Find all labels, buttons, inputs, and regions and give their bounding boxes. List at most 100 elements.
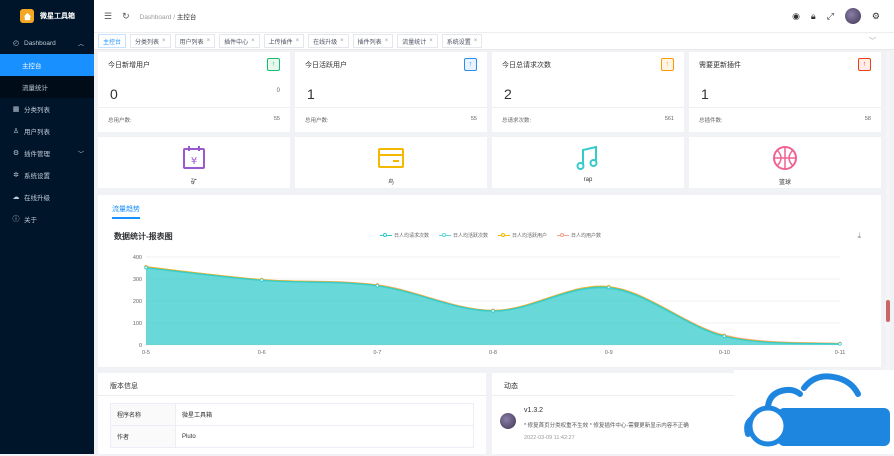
stat-foot-label: 总用户数: xyxy=(108,118,132,124)
close-icon[interactable]: × xyxy=(474,38,478,44)
chart-card: 流量趋势 数据统计-报表图 日人均请求次数 日人均活跃次数 日人均活跃用户 日人均用户… xyxy=(98,195,881,367)
quick-card-2[interactable]: 鸟 xyxy=(295,137,487,188)
stat-foot-label: 总用户数: xyxy=(305,118,329,124)
version-card: 版本信息 程序名称 微星工具箱 作者 Pluto xyxy=(98,373,486,454)
breadcrumb-current: 主控台 xyxy=(176,14,197,21)
tab-console[interactable]: 主控台 xyxy=(98,34,127,48)
stat-value: 2 xyxy=(504,86,512,102)
area-chart: 0 100 200 300 400 0-5 0-6 0-7 0-8 0-9 0-10 0-11 xyxy=(133,255,845,356)
scrollbar-thumb[interactable] xyxy=(886,300,890,322)
data-point xyxy=(838,342,842,346)
quick-card-1[interactable]: ¥ 矿 xyxy=(98,137,290,188)
data-point xyxy=(722,334,726,338)
header-actions: ◉ 🔒︎ ⤢ ⚙ xyxy=(792,8,880,24)
stat-small-value: 0 xyxy=(276,88,280,94)
table-key: 作者 xyxy=(111,426,176,447)
sidebar-item-upgrade[interactable]: ☁ 在线升级 xyxy=(0,186,94,208)
sidebar-item-dashboard[interactable]: ◴ Dashboard ︿ xyxy=(0,32,94,54)
svg-text:¥: ¥ xyxy=(191,156,197,167)
stat-card-requests: 今日总请求次数 ↑ 2 总请求次数: 561 xyxy=(492,52,684,132)
news-text: * 修复首页分类权重不生效 * 修复插件中心-需要更新显示内容不正确 xyxy=(524,423,689,429)
arrow-up-icon: ↑ xyxy=(661,58,674,71)
y-tick-label: 200 xyxy=(133,299,142,305)
sidebar-item-label: Dashboard xyxy=(24,39,56,47)
close-icon[interactable]: × xyxy=(251,38,255,44)
sidebar-item-console[interactable]: 主控台 xyxy=(0,54,94,76)
table-row: 作者 Pluto xyxy=(111,426,473,447)
tab-plugin-center[interactable]: 插件中心 × xyxy=(219,34,260,48)
tab-users[interactable]: 用户列表 × xyxy=(174,34,216,48)
stat-foot-value: 58 xyxy=(864,116,871,122)
data-point xyxy=(260,278,264,282)
close-icon[interactable]: × xyxy=(340,38,344,44)
x-tick-label: 0-5 xyxy=(142,350,150,356)
sidebar-submenu: 主控台 流量统计 xyxy=(0,54,94,98)
lock-icon[interactable]: 🔒︎ xyxy=(811,11,816,22)
stat-title: 今日总请求次数 xyxy=(502,62,551,69)
settings-gear-icon[interactable]: ⚙ xyxy=(872,11,880,22)
stat-foot-label: 总请求次数: xyxy=(502,118,532,124)
tab-categories[interactable]: 分类列表 × xyxy=(130,34,171,48)
tab-label: 系统设置 xyxy=(446,39,471,46)
divider xyxy=(98,395,486,396)
close-icon[interactable]: × xyxy=(429,38,433,44)
basketball-icon xyxy=(773,146,797,170)
breadcrumb-root[interactable]: Dashboard xyxy=(140,14,172,21)
divider xyxy=(98,107,290,108)
news-version: v1.3.2 xyxy=(524,407,544,414)
github-icon[interactable]: ◉ xyxy=(792,11,800,22)
stat-value: 0 xyxy=(110,86,118,102)
close-icon[interactable]: × xyxy=(207,38,211,44)
sidebar-item-label: 系统设置 xyxy=(24,173,50,180)
stat-title: 今日新增用户 xyxy=(108,62,150,69)
sidebar-item-about[interactable]: ⓘ 关于 xyxy=(0,208,94,230)
sidebar-item-traffic[interactable]: 流量统计 xyxy=(0,76,94,98)
tab-traffic[interactable]: 流量统计 × xyxy=(397,34,438,48)
sidebar-item-settings[interactable]: ✲ 系统设置 xyxy=(0,164,94,186)
table-key: 程序名称 xyxy=(111,404,176,425)
sidebar: 微星工具箱 ◴ Dashboard ︿ 主控台 流量统计 ▦ 分类列表 ♙ 用户… xyxy=(0,0,94,454)
tab-plugin-list[interactable]: 插件列表 × xyxy=(352,34,394,48)
close-icon[interactable]: × xyxy=(296,38,300,44)
quick-card-label: 鸟 xyxy=(387,180,394,186)
sidebar-item-label: 流量统计 xyxy=(22,85,48,92)
table-value: 微星工具箱 xyxy=(182,413,213,419)
tab-upgrade[interactable]: 在线升级 × xyxy=(308,34,349,48)
data-point xyxy=(491,309,495,313)
y-tick-label: 0 xyxy=(139,343,142,349)
sidebar-item-plugins[interactable]: ⚙ 插件管理 ﹀ xyxy=(0,142,94,164)
sidebar-item-label: 关于 xyxy=(24,217,37,224)
avatar[interactable] xyxy=(844,8,861,24)
divider xyxy=(295,107,487,108)
sidebar-item-label: 主控台 xyxy=(22,63,42,70)
tab-label: 用户列表 xyxy=(179,39,204,46)
info-icon: ⓘ xyxy=(12,216,20,223)
chevron-down-icon[interactable]: ﹀ xyxy=(869,36,876,46)
close-icon[interactable]: × xyxy=(385,38,389,44)
cloud-icon: ☁ xyxy=(12,194,20,201)
tab-settings[interactable]: 系统设置 × xyxy=(441,34,483,48)
stat-value: 1 xyxy=(307,86,315,102)
x-tick-label: 0-8 xyxy=(489,350,497,356)
tab-label: 分类列表 xyxy=(135,39,160,46)
sidebar-item-users[interactable]: ♙ 用户列表 xyxy=(0,120,94,142)
tab-upload-plugin[interactable]: 上传插件 × xyxy=(263,34,305,48)
chevron-up-icon: ︿ xyxy=(77,41,84,48)
tab-label: 在线升级 xyxy=(313,39,338,46)
sidebar-item-categories[interactable]: ▦ 分类列表 xyxy=(0,98,94,120)
x-tick-label: 0-10 xyxy=(719,350,730,356)
quick-card-label: 矿 xyxy=(190,180,197,186)
menu-toggle-icon[interactable]: ☰ xyxy=(104,11,112,22)
quick-card-4[interactable]: 篮球 xyxy=(689,137,881,188)
stat-card-new-users: 今日新增用户 ↑ 0 0 总用户数: 55 xyxy=(98,52,290,132)
logo[interactable]: 微星工具箱 xyxy=(0,0,94,32)
breadcrumb-separator: / xyxy=(173,14,176,21)
sidebar-item-label: 分类列表 xyxy=(24,107,50,114)
user-icon: ♙ xyxy=(12,128,20,135)
x-tick-label: 0-6 xyxy=(258,350,266,356)
refresh-icon[interactable]: ↻ xyxy=(122,11,130,22)
close-icon[interactable]: × xyxy=(162,38,166,44)
data-point xyxy=(607,285,611,290)
quick-card-3[interactable]: rap xyxy=(492,137,684,188)
fullscreen-icon[interactable]: ⤢ xyxy=(827,11,834,22)
